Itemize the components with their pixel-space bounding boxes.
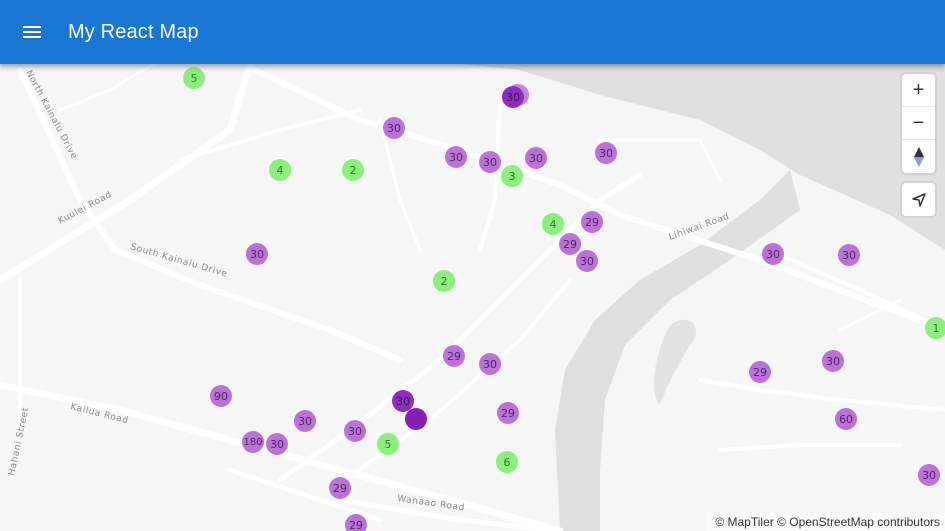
menu-icon [23, 26, 41, 38]
cluster-marker[interactable]: 30 [479, 353, 501, 375]
navigation-arrow-icon [911, 192, 926, 207]
map-canvas[interactable]: North Kainalu Drive Kuulei Road South Ka… [0, 64, 945, 531]
cluster-marker[interactable]: 29 [497, 402, 519, 424]
app-title: My React Map [68, 20, 199, 43]
cluster-marker[interactable]: 29 [559, 233, 581, 255]
cluster-marker[interactable]: 5 [183, 67, 205, 89]
cluster-marker[interactable]: 29 [581, 211, 603, 233]
cluster-marker[interactable]: 3 [501, 165, 523, 187]
cluster-marker[interactable]: 30 [525, 147, 547, 169]
cluster-marker[interactable]: 30 [344, 420, 366, 442]
map-attribution[interactable]: © MapTiler © OpenStreetMap contributors [707, 513, 945, 531]
cluster-marker[interactable]: 30 [266, 433, 288, 455]
navigation-control: + − [902, 74, 935, 173]
cluster-marker[interactable]: 60 [835, 408, 857, 430]
cluster-marker[interactable]: 5 [377, 433, 399, 455]
cluster-marker[interactable]: 30 [762, 243, 784, 265]
app-bar: My React Map [0, 0, 945, 64]
geolocate-control [902, 183, 935, 216]
cluster-marker[interactable]: 29 [329, 477, 351, 499]
cluster-marker[interactable]: 90 [210, 385, 232, 407]
selected-location-marker[interactable] [405, 408, 427, 430]
cluster-marker[interactable]: 30 [822, 350, 844, 372]
zoom-in-button[interactable]: + [902, 74, 935, 107]
cluster-marker[interactable]: 6 [496, 451, 518, 473]
pond-area [654, 319, 697, 405]
road-label-hahani: Hahani Street [7, 406, 31, 476]
cluster-marker[interactable]: 30 [294, 410, 316, 432]
cluster-marker[interactable]: 30 [246, 243, 268, 265]
geolocate-button[interactable] [902, 183, 935, 216]
reset-bearing-button[interactable] [902, 140, 935, 173]
cluster-marker[interactable]: 30 [918, 464, 940, 486]
cluster-marker[interactable]: 30 [383, 117, 405, 139]
cluster-marker[interactable]: 30 [479, 151, 501, 173]
compass-icon [913, 146, 924, 167]
zoom-out-button[interactable]: − [902, 107, 935, 140]
cluster-marker[interactable]: 29 [749, 361, 771, 383]
cluster-marker[interactable]: 29 [443, 345, 465, 367]
plus-icon: + [912, 78, 925, 101]
cluster-marker[interactable]: 30 [576, 250, 598, 272]
menu-button[interactable] [12, 12, 52, 52]
cluster-marker[interactable]: 30 [502, 86, 524, 108]
road-label-north-kainalu: North Kainalu Drive [23, 69, 79, 162]
map-basemap: North Kainalu Drive Kuulei Road South Ka… [0, 64, 945, 531]
cluster-marker[interactable]: 1 [925, 317, 945, 339]
road-label-kuulei: Kuulei Road [57, 190, 114, 227]
minus-icon: − [912, 111, 925, 134]
cluster-marker[interactable]: 2 [342, 159, 364, 181]
cluster-marker[interactable]: 2 [433, 270, 455, 292]
cluster-marker[interactable]: 30 [445, 146, 467, 168]
cluster-marker[interactable]: 180 [242, 431, 264, 453]
cluster-marker[interactable]: 30 [595, 142, 617, 164]
cluster-marker[interactable]: 4 [542, 213, 564, 235]
cluster-marker[interactable]: 30 [838, 244, 860, 266]
cluster-marker[interactable]: 4 [269, 159, 291, 181]
cluster-marker[interactable]: 29 [345, 514, 367, 531]
